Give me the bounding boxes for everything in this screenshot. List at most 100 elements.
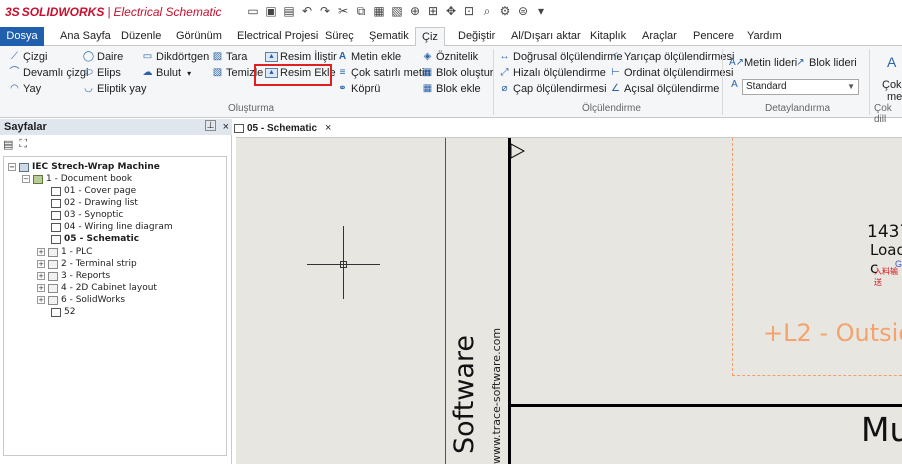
group-label-creation: Oluşturma xyxy=(228,103,275,114)
cloud-button[interactable]: ☁ Bulut ▾ xyxy=(141,67,192,79)
tree-node-terminal-strip[interactable]: +2 - Terminal strip xyxy=(37,258,137,270)
tab-import-export[interactable]: Al/Dışarı aktar xyxy=(511,27,581,46)
tree-node-project[interactable]: − IEC Strech-Wrap Machine xyxy=(8,161,160,173)
angular-dimension-button[interactable]: ∠ Açısal ölçülendirme xyxy=(609,83,719,95)
tree-node-52[interactable]: 52 xyxy=(51,306,75,318)
text-icon: A xyxy=(338,51,347,62)
close-icon[interactable]: × xyxy=(223,119,229,135)
rectangle-button[interactable]: ▭ Dikdörtgen xyxy=(141,51,209,63)
settings-icon[interactable]: ⚙ xyxy=(498,4,512,18)
tree-node-document-book[interactable]: −1 - Document book xyxy=(22,173,132,185)
ellipse-button[interactable]: ⬭ Elips xyxy=(82,67,121,79)
attribute-button[interactable]: ◈ Öznitelik xyxy=(421,51,479,63)
hyperlink-button[interactable]: ⚭ Köprü xyxy=(336,83,380,95)
close-icon[interactable]: × xyxy=(325,122,331,134)
tab-view[interactable]: Görünüm xyxy=(176,27,222,46)
group-separator xyxy=(493,49,494,115)
attach-image-button[interactable]: ▲ Resim İliştir xyxy=(265,51,337,63)
tab-tools[interactable]: Araçlar xyxy=(642,27,677,46)
paste-icon[interactable]: ▦ xyxy=(372,4,386,18)
drawing-canvas[interactable]: Software www.trace-software.com 1437 Loa… xyxy=(236,137,902,464)
group-separator xyxy=(722,49,723,115)
tab-draw[interactable]: Çiz xyxy=(415,27,445,47)
tree-node-reports[interactable]: +3 - Reports xyxy=(37,270,110,282)
page-tree[interactable]: − IEC Strech-Wrap Machine −1 - Document b… xyxy=(3,156,227,456)
pan-icon[interactable]: ✥ xyxy=(444,4,458,18)
tree-node-drawing-list[interactable]: 02 - Drawing list xyxy=(51,197,138,209)
pin-icon[interactable]: ⊥ xyxy=(205,120,216,131)
block-leader-button[interactable]: ↗ Blok lideri xyxy=(794,57,856,69)
polyline-button[interactable]: ⌒ Devamlı çizgi xyxy=(8,67,89,79)
page-icon xyxy=(51,186,61,196)
page-icon xyxy=(51,198,61,208)
tree-node-cabinet-layout[interactable]: +4 - 2D Cabinet layout xyxy=(37,282,157,294)
zoom-fit-icon[interactable]: ⊡ xyxy=(462,4,476,18)
new-icon[interactable]: ▭ xyxy=(246,4,260,18)
line-button[interactable]: ⟋ Çizgi xyxy=(8,51,47,63)
create-block-button[interactable]: ▦ Blok oluştur xyxy=(421,67,494,79)
folder-icon xyxy=(48,295,58,305)
cut-icon[interactable]: ✂ xyxy=(336,4,350,18)
chevron-down-icon[interactable]: ▾ xyxy=(534,4,548,18)
aligned-dimension-button[interactable]: ⤢ Hizalı ölçülendirme xyxy=(498,67,606,79)
redo-icon[interactable]: ↷ xyxy=(318,4,332,18)
copy-icon[interactable]: ⧉ xyxy=(354,4,368,18)
multilingual-text-icon[interactable]: A xyxy=(887,54,896,70)
tab-modify[interactable]: Değiştir xyxy=(458,27,495,46)
tab-electrical-project[interactable]: Electrical Projesi xyxy=(237,27,318,46)
hatch-icon: ▨ xyxy=(212,51,223,62)
page-icon xyxy=(51,222,61,232)
tab-help[interactable]: Yardım xyxy=(747,27,782,46)
title-bar: 3S SOLIDWORKS | Electrical Schematic ▭ ▣ ▤ … xyxy=(0,0,902,27)
insert-text-button[interactable]: A Metin ekle xyxy=(336,51,401,63)
text-leader-button[interactable]: A↗ Metin lideri xyxy=(729,57,797,69)
zoom-icon[interactable]: ⊕ xyxy=(408,4,422,18)
dimension-style-select[interactable]: Standard ▼ xyxy=(742,79,859,95)
group-label-dimensioning: Ölçülendirme xyxy=(582,103,641,114)
elliptic-arc-button[interactable]: ◡ Eliptik yay xyxy=(82,83,146,95)
linear-dimension-button[interactable]: ↔ Doğrusal ölçülendirme xyxy=(498,51,623,63)
save-icon[interactable]: ▣ xyxy=(264,4,278,18)
document-tab[interactable]: 05 - Schematic × xyxy=(234,121,331,135)
hatch-button[interactable]: ▨ Tara xyxy=(211,51,248,63)
print-icon[interactable]: ▤ xyxy=(282,4,296,18)
cloud-icon: ☁ xyxy=(142,67,153,78)
radius-dimension-button[interactable]: ◜ Yarıçap ölçülendirmesi xyxy=(609,51,735,63)
tab-file[interactable]: Dosya xyxy=(0,27,44,46)
aligned-dimension-icon: ⤢ xyxy=(500,67,509,78)
quick-access-toolbar: ▭ ▣ ▤ ↶ ↷ ✂ ⧉ ▦ ▧ ⊕ ⊞ ✥ ⊡ ⌕ ⚙ ⊜ ▾ xyxy=(246,4,548,18)
tree-node-plc[interactable]: +1 - PLC xyxy=(37,246,92,258)
tab-schematic[interactable]: Şematik xyxy=(369,27,409,46)
tab-window[interactable]: Pencere xyxy=(693,27,734,46)
panel-toolbar: ▤ ⛶ xyxy=(3,138,27,151)
tab-library[interactable]: Kitaplık xyxy=(590,27,626,46)
undo-icon[interactable]: ↶ xyxy=(300,4,314,18)
text-leader-icon: A↗ xyxy=(729,57,745,68)
arc-button[interactable]: ◠ Yay xyxy=(8,83,41,95)
folder-icon xyxy=(48,271,58,281)
help-icon[interactable]: ⊜ xyxy=(516,4,530,18)
multiline-text-button[interactable]: ≡ Çok satırlı metin xyxy=(336,67,431,79)
tree-node-synoptic[interactable]: 03 - Synoptic xyxy=(51,209,123,221)
tree-node-schematic[interactable]: 05 - Schematic xyxy=(51,233,139,245)
product-name: Electrical Schematic xyxy=(113,5,222,19)
folder-icon xyxy=(48,283,58,293)
list-view-icon[interactable]: ▤ xyxy=(3,138,13,151)
project-icon xyxy=(19,162,29,172)
folder-icon xyxy=(48,259,58,269)
tree-node-cover-page[interactable]: 01 - Cover page xyxy=(51,185,136,197)
insert-block-button[interactable]: ▦ Blok ekle xyxy=(421,83,481,95)
tab-process[interactable]: Süreç xyxy=(325,27,354,46)
tab-home[interactable]: Ana Sayfa xyxy=(60,27,111,46)
expand-icon[interactable]: ⛶ xyxy=(19,138,27,151)
paste-special-icon[interactable]: ▧ xyxy=(390,4,404,18)
image-icon: ▲ xyxy=(265,52,278,62)
zoom-window-icon[interactable]: ⊞ xyxy=(426,4,440,18)
tree-node-wiring-line[interactable]: 04 - Wiring line diagram xyxy=(51,221,173,233)
find-icon[interactable]: ⌕ xyxy=(480,4,494,18)
tree-node-solidworks[interactable]: +6 - SolidWorks xyxy=(37,294,125,306)
ordinate-dimension-button[interactable]: ⊢ Ordinat ölçülendirmesi xyxy=(609,67,733,79)
circle-button[interactable]: ◯ Daire xyxy=(82,51,123,63)
tab-edit[interactable]: Düzenle xyxy=(121,27,161,46)
diameter-dimension-button[interactable]: ⌀ Çap ölçülendirmesi xyxy=(498,83,606,95)
